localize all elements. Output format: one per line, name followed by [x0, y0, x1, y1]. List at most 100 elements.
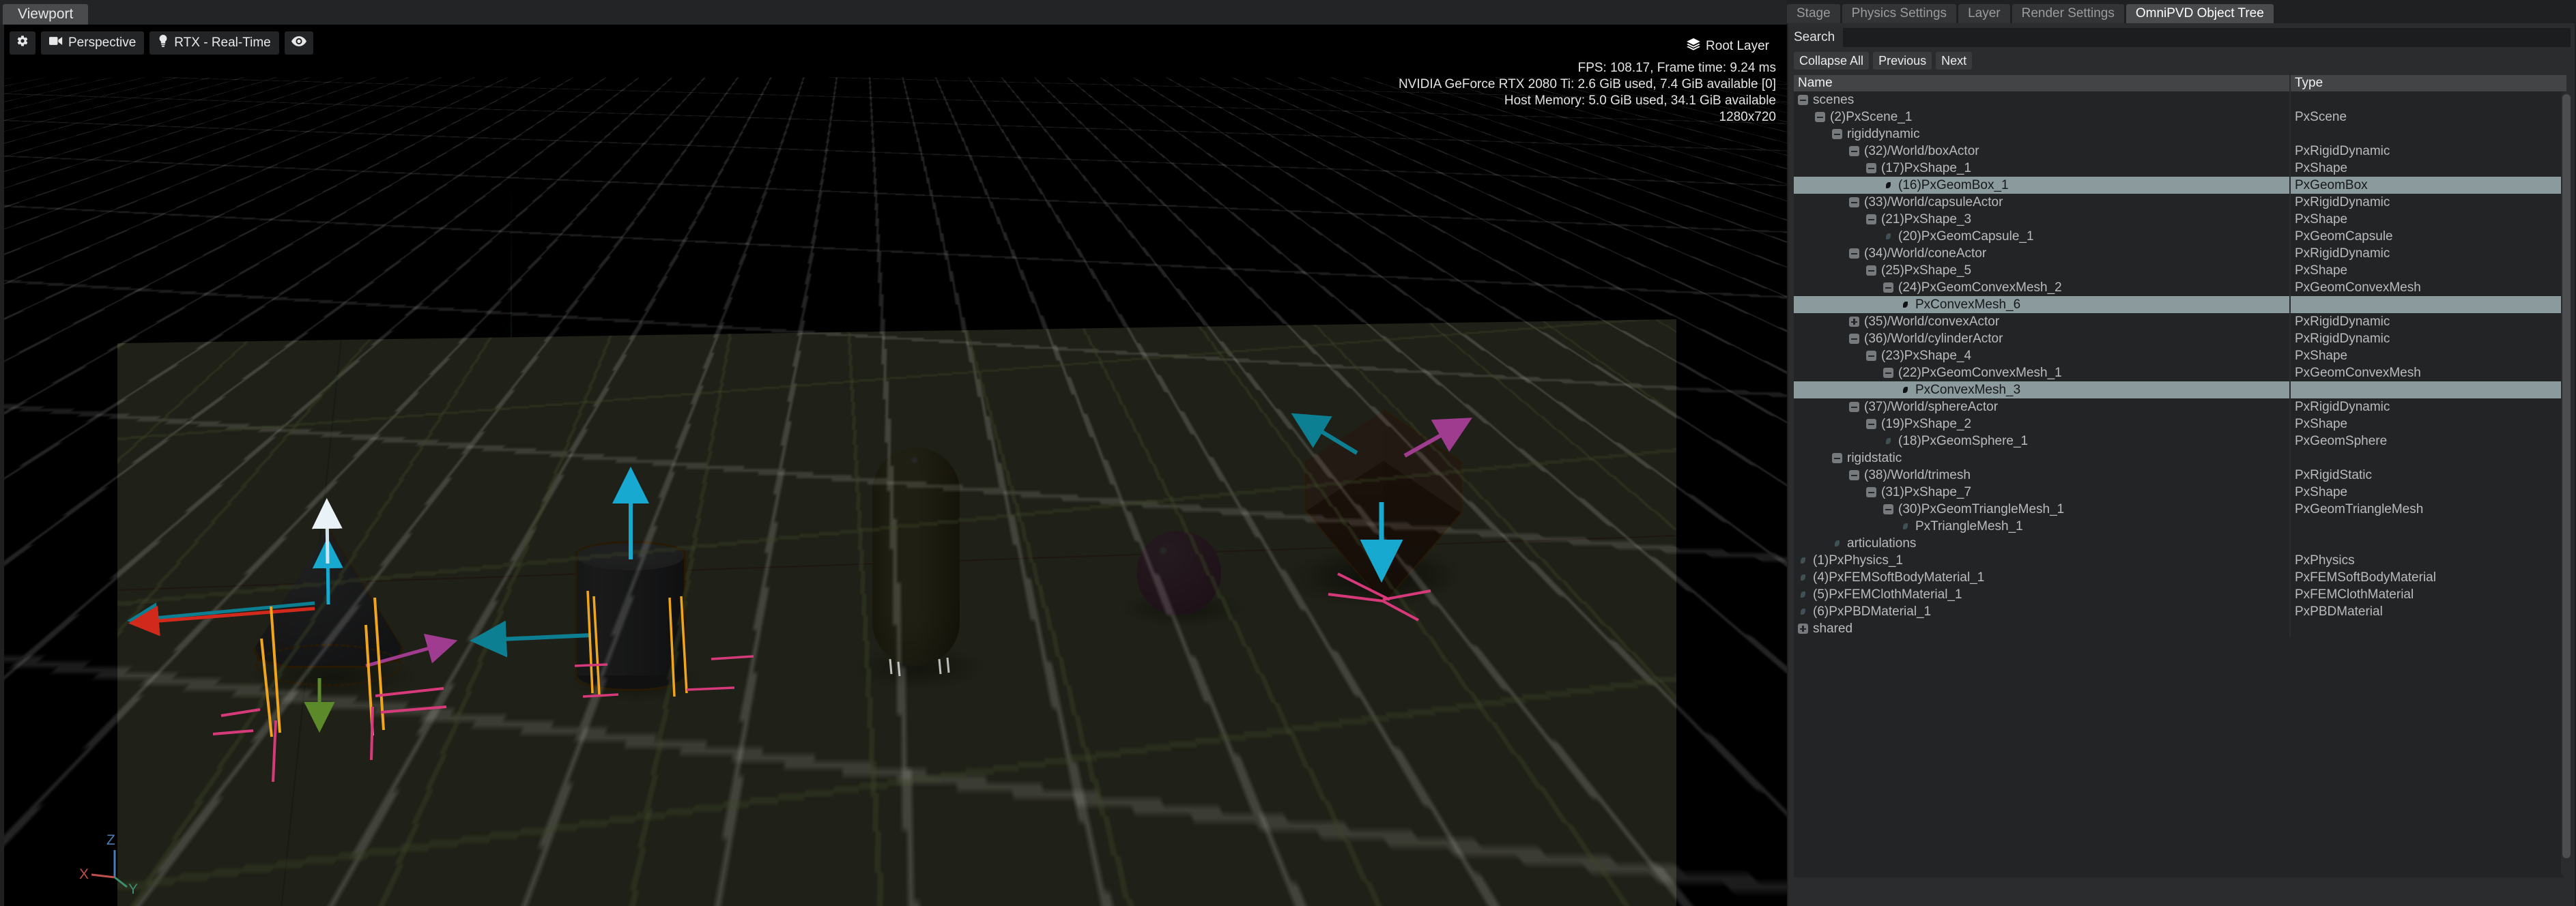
tree-scrollbar-thumb[interactable]: [2562, 94, 2571, 858]
tree-row-label: (37)/World/sphereActor: [1864, 400, 1998, 415]
tree-row-name-cell: (24)PxGeomConvexMesh_2: [1794, 279, 2289, 296]
tree-row[interactable]: (35)/World/convexActorPxRigidDynamic: [1794, 313, 2566, 330]
tree-row-type-cell: [2289, 535, 2566, 552]
tree-row[interactable]: (31)PxShape_7PxShape: [1794, 484, 2566, 501]
tree-row[interactable]: (16)PxGeomBox_1PxGeomBox: [1794, 177, 2566, 194]
tree-row-label: (22)PxGeomConvexMesh_1: [1898, 366, 2062, 381]
tree-row-label: (33)/World/capsuleActor: [1864, 195, 2003, 210]
collapse-icon[interactable]: [1866, 419, 1876, 429]
next-button[interactable]: Next: [1936, 52, 1972, 70]
tree-row[interactable]: (38)/World/trimeshPxRigidStatic: [1794, 467, 2566, 484]
collapse-icon[interactable]: [1883, 368, 1893, 378]
collapse-icon[interactable]: [1832, 453, 1842, 463]
tab-viewport[interactable]: Viewport: [3, 4, 88, 25]
tree-row[interactable]: PxConvexMesh_3: [1794, 381, 2566, 398]
tree-row-type-cell: PxPBDMaterial: [2289, 603, 2566, 620]
tree-row[interactable]: PxTriangleMesh_1: [1794, 518, 2566, 535]
tab-omnipvd-object-tree[interactable]: OmniPVD Object Tree: [2126, 4, 2274, 23]
tree-row-label: (24)PxGeomConvexMesh_2: [1898, 280, 2062, 295]
viewport-panel: Viewport: [0, 0, 1787, 906]
collapse-icon[interactable]: [1866, 265, 1876, 276]
tree-row[interactable]: (34)/World/coneActorPxRigidDynamic: [1794, 245, 2566, 262]
tree-row[interactable]: (33)/World/capsuleActorPxRigidDynamic: [1794, 194, 2566, 211]
scene-object-capsule[interactable]: [872, 448, 960, 666]
object-tree-list[interactable]: scenes(2)PxScene_1PxScenerigiddynamic(32…: [1794, 91, 2566, 877]
collapse-icon[interactable]: [1866, 214, 1876, 224]
tree-row[interactable]: (30)PxGeomTriangleMesh_1PxGeomTriangleMe…: [1794, 501, 2566, 518]
tree-row[interactable]: (18)PxGeomSphere_1PxGeomSphere: [1794, 433, 2566, 450]
tree-row[interactable]: (4)PxFEMSoftBodyMaterial_1PxFEMSoftBodyM…: [1794, 569, 2566, 586]
collapse-icon[interactable]: [1815, 112, 1825, 122]
tree-row[interactable]: (23)PxShape_4PxShape: [1794, 347, 2566, 364]
tree-row-name-cell: articulations: [1794, 535, 2289, 552]
viewport-settings-button[interactable]: [10, 31, 35, 55]
tab-stage[interactable]: Stage: [1787, 4, 1840, 23]
tree-row-name-cell: (6)PxPBDMaterial_1: [1794, 603, 2289, 620]
tree-row[interactable]: (20)PxGeomCapsule_1PxGeomCapsule: [1794, 228, 2566, 245]
tree-row-label: (4)PxFEMSoftBodyMaterial_1: [1813, 570, 1984, 585]
collapse-icon[interactable]: [1849, 470, 1859, 480]
tree-row[interactable]: (2)PxScene_1PxScene: [1794, 108, 2566, 126]
scene-object-cylinder[interactable]: [577, 543, 684, 688]
collapse-icon[interactable]: [1849, 197, 1859, 207]
camera-mode-button[interactable]: Perspective: [41, 31, 144, 55]
collapse-icon[interactable]: [1866, 163, 1876, 173]
tree-row[interactable]: (17)PxShape_1PxShape: [1794, 160, 2566, 177]
axis-label-y: Y: [128, 881, 138, 896]
tree-row[interactable]: (22)PxGeomConvexMesh_1PxGeomConvexMesh: [1794, 364, 2566, 381]
leaf-node-icon: [1883, 231, 1893, 242]
viewport-3d-stage[interactable]: Perspective RTX - Real-Time: [4, 25, 1787, 906]
expand-icon[interactable]: [1798, 624, 1808, 634]
previous-button[interactable]: Previous: [1873, 52, 1932, 70]
viewport-toolbar: Perspective RTX - Real-Time: [10, 31, 313, 55]
collapse-icon[interactable]: [1798, 95, 1808, 105]
collapse-icon[interactable]: [1866, 487, 1876, 497]
tree-row[interactable]: scenes: [1794, 91, 2566, 108]
tree-row[interactable]: (1)PxPhysics_1PxPhysics: [1794, 552, 2566, 569]
collapse-icon[interactable]: [1849, 248, 1859, 259]
collapse-icon[interactable]: [1849, 334, 1859, 344]
renderer-mode-button[interactable]: RTX - Real-Time: [149, 31, 278, 55]
root-layer-label: Root Layer: [1706, 39, 1769, 54]
tree-row-type-cell: PxRigidDynamic: [2289, 313, 2566, 330]
tree-row[interactable]: (36)/World/cylinderActorPxRigidDynamic: [1794, 330, 2566, 347]
tree-row[interactable]: (19)PxShape_2PxShape: [1794, 415, 2566, 433]
scene-object-cone[interactable]: [255, 529, 401, 678]
tree-row[interactable]: (5)PxFEMClothMaterial_1PxFEMClothMateria…: [1794, 586, 2566, 603]
tree-row-name-cell: PxConvexMesh_3: [1794, 381, 2289, 398]
tree-row[interactable]: shared: [1794, 620, 2566, 637]
tree-row[interactable]: rigiddynamic: [1794, 126, 2566, 143]
tree-row[interactable]: (25)PxShape_5PxShape: [1794, 262, 2566, 279]
scene-object-box[interactable]: [1306, 411, 1461, 603]
collapse-icon[interactable]: [1866, 351, 1876, 361]
tree-row[interactable]: (37)/World/sphereActorPxRigidDynamic: [1794, 398, 2566, 415]
tree-row[interactable]: rigidstatic: [1794, 450, 2566, 467]
expand-icon[interactable]: [1849, 317, 1859, 327]
collapse-icon[interactable]: [1849, 402, 1859, 412]
collapse-all-button[interactable]: Collapse All: [1794, 52, 1869, 70]
collapse-icon[interactable]: [1883, 282, 1893, 293]
tree-row-name-cell: (17)PxShape_1: [1794, 160, 2289, 177]
tree-row[interactable]: (21)PxShape_3PxShape: [1794, 211, 2566, 228]
scene-object-sphere[interactable]: [1136, 531, 1221, 615]
tree-row[interactable]: (24)PxGeomConvexMesh_2PxGeomConvexMesh: [1794, 279, 2566, 296]
cylinder-selection-outline: [575, 541, 686, 691]
tree-vertical-scrollbar[interactable]: [2561, 91, 2572, 877]
tree-row[interactable]: articulations: [1794, 535, 2566, 552]
leaf-node-icon: [1883, 180, 1893, 190]
tree-row-type-cell: [2289, 296, 2566, 313]
tab-render-settings[interactable]: Render Settings: [2012, 4, 2124, 23]
tree-row[interactable]: (6)PxPBDMaterial_1PxPBDMaterial: [1794, 603, 2566, 620]
tab-physics-settings[interactable]: Physics Settings: [1842, 4, 1956, 23]
search-input[interactable]: [1843, 28, 2571, 47]
collapse-icon[interactable]: [1832, 129, 1842, 139]
tree-row-type-cell: PxGeomCapsule: [2289, 228, 2566, 245]
collapse-icon[interactable]: [1883, 504, 1893, 514]
tree-row-type-cell: PxRigidDynamic: [2289, 330, 2566, 347]
root-layer-indicator[interactable]: Root Layer: [1680, 35, 1776, 57]
tree-row[interactable]: PxConvexMesh_6: [1794, 296, 2566, 313]
collapse-icon[interactable]: [1849, 146, 1859, 156]
tree-row[interactable]: (32)/World/boxActorPxRigidDynamic: [1794, 143, 2566, 160]
tab-layer[interactable]: Layer: [1958, 4, 2010, 23]
visibility-button[interactable]: [285, 31, 313, 55]
